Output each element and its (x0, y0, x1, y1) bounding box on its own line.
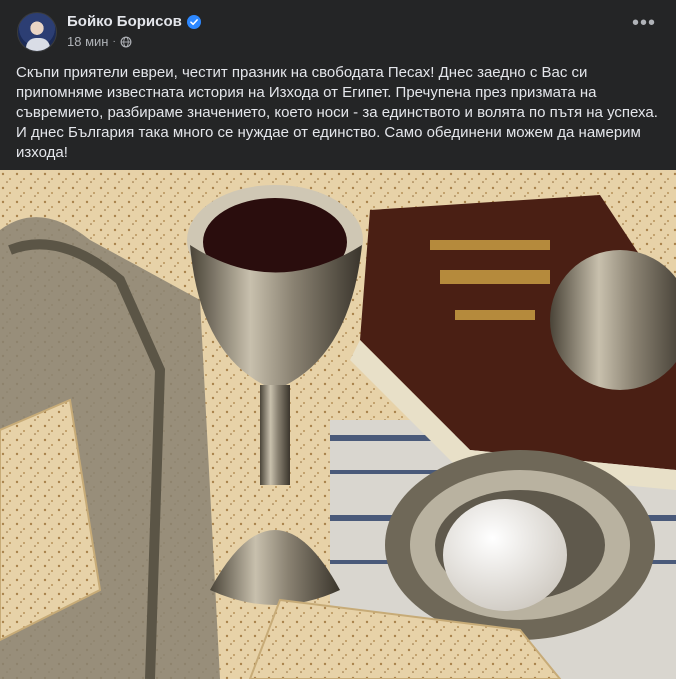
egg-plate (385, 450, 655, 640)
globe-icon[interactable] (120, 36, 132, 48)
post-photo[interactable] (0, 170, 676, 679)
author-avatar[interactable] (17, 12, 57, 52)
more-options-icon[interactable]: ••• (632, 13, 656, 38)
post-timestamp[interactable]: 18 мин (67, 34, 108, 49)
verified-badge-icon (186, 14, 201, 29)
author-name[interactable]: Бойко Борисов (67, 13, 182, 30)
post-header: Бойко Борисов 18 мин · ••• (0, 0, 676, 56)
post-meta: 18 мин · (67, 34, 132, 49)
post-text: Скъпи приятели евреи, честит празник на … (16, 64, 658, 161)
author-name-row: Бойко Борисов (67, 13, 201, 30)
meta-separator: · (112, 36, 116, 47)
